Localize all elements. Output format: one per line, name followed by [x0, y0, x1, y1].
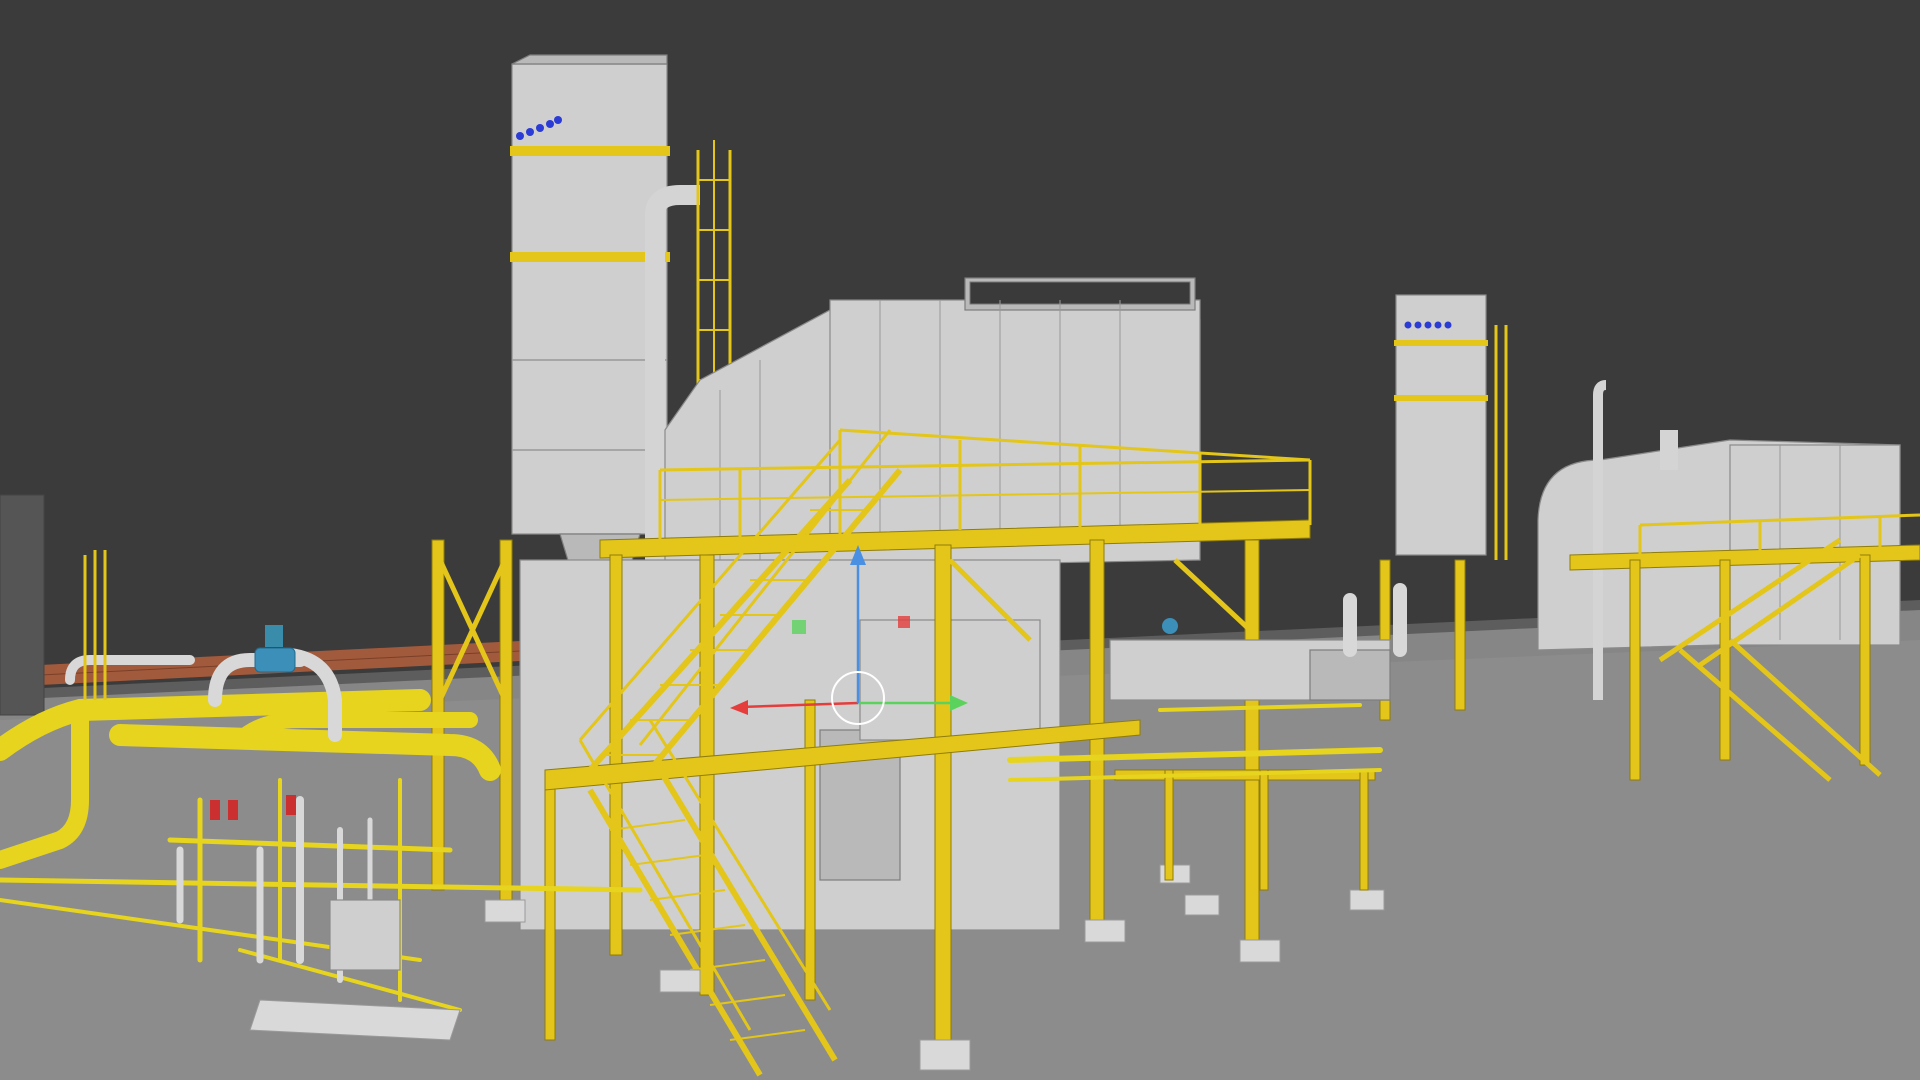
gizmo-green-plane[interactable]: [792, 620, 806, 634]
3d-viewport[interactable]: [0, 0, 1920, 1080]
secondary-exhaust-stack[interactable]: [1394, 294, 1508, 560]
plant-model-scene[interactable]: [0, 0, 1920, 1080]
storage-tank: [0, 494, 45, 716]
secondary-heat-recovery-unit[interactable]: [1537, 430, 1901, 651]
blue-valve[interactable]: [254, 647, 296, 673]
gizmo-red-plane[interactable]: [898, 616, 910, 628]
valve-actuator: [265, 625, 283, 647]
